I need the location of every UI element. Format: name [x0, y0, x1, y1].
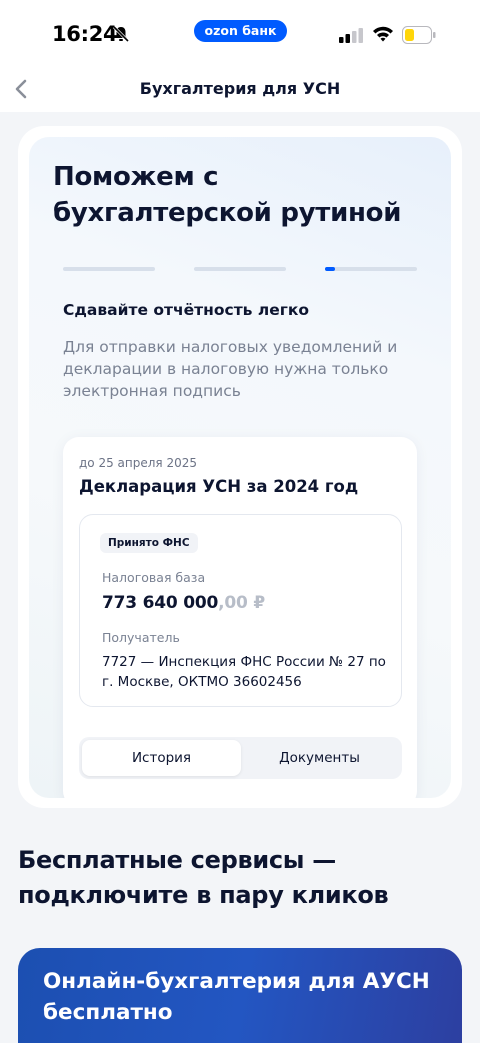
- promo-title: Поможем с бухгалтерской рутиной: [53, 162, 402, 228]
- recipient-label: Получатель: [102, 630, 180, 645]
- slide-indicator-3: [325, 267, 417, 271]
- tab-history[interactable]: История: [82, 740, 241, 776]
- tax-base-label: Налоговая база: [102, 570, 206, 585]
- free-services-title: Бесплатные сервисы — подключите в пару к…: [18, 846, 389, 909]
- tax-base-value: 773 640 000,00 ₽: [102, 593, 265, 613]
- declaration-title: Декларация УСН за 2024 год: [79, 477, 359, 496]
- slide-indicator-2: [194, 267, 286, 271]
- nav-header: Бухгалтерия для УСН: [0, 68, 480, 112]
- tax-base-main: 773 640 000: [102, 593, 219, 613]
- service-card-title: Онлайн-бухгалтерия для АУСН бесплатно: [43, 969, 430, 1025]
- slide-heading: Сдавайте отчётность легко: [63, 301, 310, 319]
- declaration-tabs: История Документы: [79, 737, 402, 779]
- promo-slide[interactable]: Поможем с бухгалтерской рутиной Сдавайте…: [29, 137, 451, 798]
- tab-documents[interactable]: Документы: [240, 740, 399, 776]
- wifi-icon: [373, 26, 393, 42]
- brand-pill: ozon банк: [194, 20, 287, 42]
- status-bar: 16:24 ozon банк: [0, 0, 480, 68]
- tax-base-fraction: ,00 ₽: [218, 593, 265, 613]
- battery-icon: [402, 26, 436, 44]
- due-date: до 25 апреля 2025: [79, 456, 197, 470]
- status-badge: Принято ФНС: [100, 533, 198, 553]
- bell-slash-icon: [112, 25, 130, 43]
- page-title: Бухгалтерия для УСН: [139, 79, 341, 98]
- promo-card: Поможем с бухгалтерской рутиной Сдавайте…: [18, 126, 462, 808]
- declaration-details: Принято ФНС Налоговая база 773 640 000,0…: [79, 514, 402, 707]
- signal-icon: [339, 28, 363, 43]
- service-card-ausn[interactable]: Онлайн-бухгалтерия для АУСН бесплатно: [18, 948, 462, 1043]
- slide-text: Для отправки налоговых уведомлений и дек…: [63, 338, 398, 400]
- recipient-value: 7727 — Инспекция ФНС России № 27 по г. М…: [102, 654, 386, 690]
- slide-indicator-fill: [325, 267, 335, 271]
- declaration-card: до 25 апреля 2025 Декларация УСН за 2024…: [63, 437, 417, 798]
- slide-indicator-1: [63, 267, 155, 271]
- status-time: 16:24: [52, 22, 118, 46]
